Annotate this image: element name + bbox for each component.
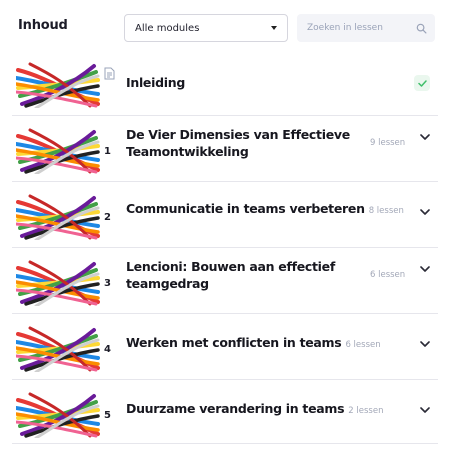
- module-title-wrap[interactable]: Werken met conflicten in teams 6 lessen: [126, 334, 381, 354]
- module-title[interactable]: Lencioni: Bouwen aan effectief teamgedra…: [126, 258, 356, 292]
- module-row-2[interactable]: 2 Communicatie in teams verbeteren 8 less…: [12, 182, 438, 248]
- module-select-value: Alle modules: [135, 22, 200, 34]
- lesson-count: 6 lessen: [345, 340, 381, 350]
- module-title-wrap[interactable]: Duurzame verandering in teams 2 lessen: [126, 400, 383, 420]
- module-thumbnail: [16, 326, 100, 372]
- search-box[interactable]: [297, 14, 435, 42]
- module-row-4[interactable]: 4 Werken met conflicten in teams 6 lessen: [12, 314, 438, 380]
- module-thumbnail: [16, 260, 100, 306]
- module-number: 1: [104, 146, 111, 157]
- module-thumbnail: [16, 194, 100, 240]
- module-row-3[interactable]: 3 Lencioni: Bouwen aan effectief teamged…: [12, 248, 438, 314]
- search-icon[interactable]: [416, 23, 427, 34]
- module-title: Duurzame verandering in teams: [126, 401, 345, 416]
- check-icon: [414, 75, 430, 91]
- module-row-intro[interactable]: Inleiding: [12, 50, 438, 116]
- caret-down-icon: [271, 26, 277, 30]
- chevron-down-icon[interactable]: [420, 341, 430, 347]
- module-title: Communicatie in teams verbeteren: [126, 201, 365, 216]
- chevron-down-icon[interactable]: [420, 209, 430, 215]
- module-row-5[interactable]: 5 Duurzame verandering in teams 2 lessen: [12, 380, 438, 444]
- lesson-count: 8 lessen: [368, 206, 404, 216]
- lesson-count: 2 lessen: [348, 406, 384, 416]
- module-number: 2: [104, 212, 111, 223]
- module-select[interactable]: Alle modules: [124, 14, 288, 42]
- module-row-1[interactable]: 1 De Vier Dimensies van Effectieve Teamo…: [12, 116, 438, 182]
- lesson-count: 6 lessen: [370, 270, 406, 280]
- chevron-down-icon[interactable]: [420, 407, 430, 413]
- page-title: Inhoud: [18, 18, 68, 33]
- module-number: 5: [104, 410, 111, 421]
- module-thumbnail: [16, 392, 100, 438]
- lesson-count: 9 lessen: [370, 138, 406, 148]
- document-icon: [104, 67, 115, 80]
- search-input[interactable]: [305, 22, 416, 34]
- module-number: 4: [104, 344, 111, 355]
- module-title[interactable]: Inleiding: [126, 74, 185, 91]
- module-number: 3: [104, 278, 111, 289]
- module-title: Werken met conflicten in teams: [126, 335, 342, 350]
- module-title-wrap[interactable]: Communicatie in teams verbeteren 8 lessen: [126, 200, 404, 220]
- module-thumbnail: [16, 62, 100, 108]
- chevron-down-icon[interactable]: [420, 134, 430, 140]
- chevron-down-icon[interactable]: [420, 266, 430, 272]
- module-title[interactable]: De Vier Dimensies van Effectieve Teamont…: [126, 126, 356, 160]
- module-thumbnail: [16, 128, 100, 174]
